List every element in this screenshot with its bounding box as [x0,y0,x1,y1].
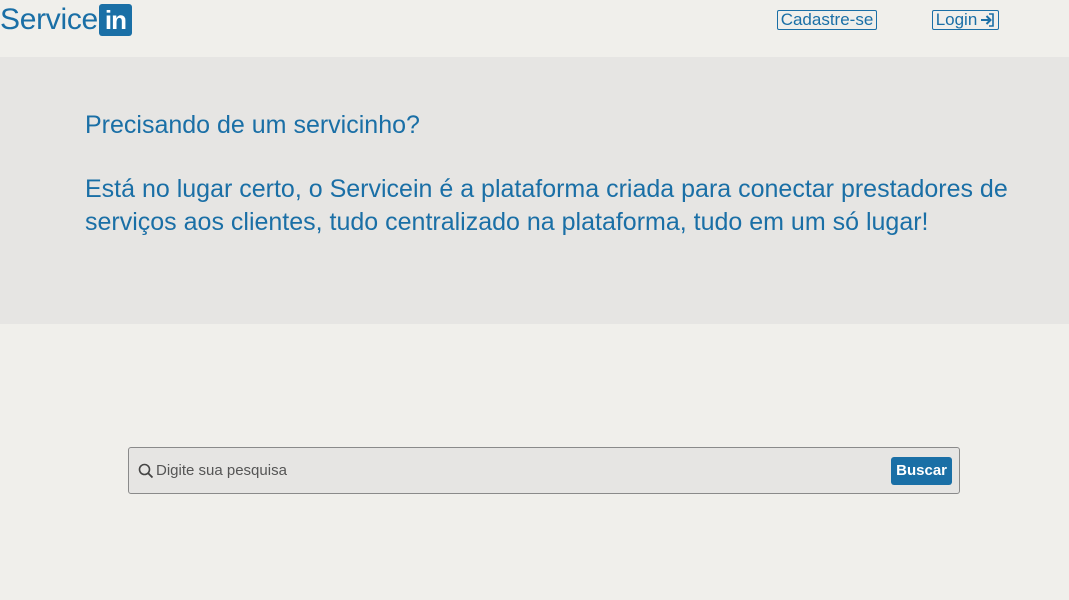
signup-button[interactable]: Cadastre-se [777,10,877,30]
search-button[interactable]: Buscar [891,456,952,485]
login-label: Login [935,10,978,29]
hero-banner: Precisando de um servicinho? Está no lug… [0,57,1069,324]
hero-title: Precisando de um servicinho? [85,111,420,139]
search-bar: Buscar [128,447,960,494]
logo-text: Service [0,3,98,36]
hero-description: Está no lugar certo, o Servicein é a pla… [85,175,1008,236]
top-navbar: Service in Cadastre-se Login [0,0,1069,57]
logo-badge: in [98,4,132,36]
servicein-logo[interactable]: Service in [0,2,132,38]
signup-label: Cadastre-se [780,10,874,29]
sign-in-arrow-icon [979,12,995,28]
search-icon [138,463,154,479]
search-input[interactable] [154,455,892,486]
login-button[interactable]: Login [932,10,999,30]
